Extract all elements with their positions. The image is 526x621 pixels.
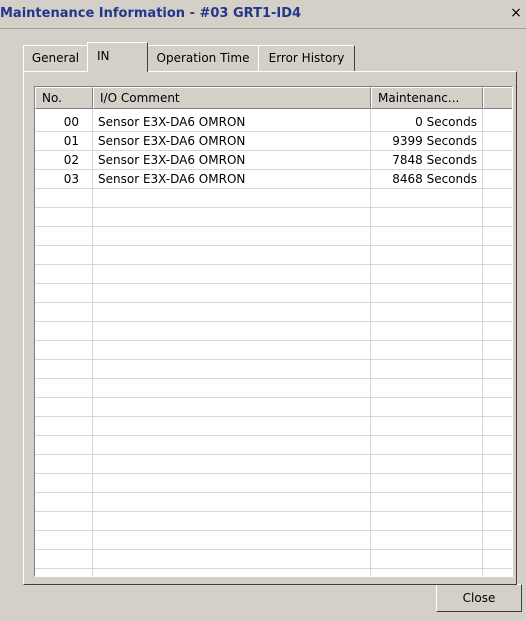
grid-row-line — [35, 340, 512, 341]
row-io-comment: Sensor E3X-DA6 OMRON — [98, 172, 246, 186]
maintenance-dialog: Maintenance Information - #03 GRT1-ID4 ×… — [0, 0, 526, 621]
tab-error-history-label: Error History — [268, 51, 345, 65]
close-button-label: Close — [462, 591, 496, 605]
close-icon[interactable]: × — [508, 5, 524, 21]
io-list[interactable]: No. I/O Comment Maintenanc... 00 Sensor … — [34, 86, 513, 577]
row-number: 00 — [63, 115, 79, 129]
column-header-no[interactable]: No. — [35, 87, 93, 109]
list-header: No. I/O Comment Maintenanc... — [35, 87, 512, 109]
grid-row-line — [35, 283, 512, 284]
row-io-comment: Sensor E3X-DA6 OMRON — [98, 134, 246, 148]
grid-row-line — [35, 549, 512, 550]
grid-row-line — [35, 226, 512, 227]
row-io-comment: Sensor E3X-DA6 OMRON — [98, 153, 246, 167]
row-number: 02 — [63, 153, 79, 167]
column-header-io-comment-label: I/O Comment — [100, 91, 180, 105]
column-header-io-comment[interactable]: I/O Comment — [93, 87, 371, 109]
tab-in[interactable]: IN — [87, 42, 148, 72]
grid-row-line — [35, 435, 512, 436]
tab-error-history[interactable]: Error History — [258, 45, 355, 71]
tab-general[interactable]: General — [23, 45, 88, 71]
grid-row-line — [35, 473, 512, 474]
row-maintenance-time: 9399 Seconds — [392, 134, 477, 148]
window-title: Maintenance Information - #03 GRT1-ID4 — [0, 6, 302, 21]
grid-row-line — [35, 359, 512, 360]
row-maintenance-time: 8468 Seconds — [392, 172, 477, 186]
grid-row-line — [35, 321, 512, 322]
grid-row-line — [35, 511, 512, 512]
grid-row-line — [35, 264, 512, 265]
title-bar: Maintenance Information - #03 GRT1-ID4 × — [0, 0, 526, 29]
table-row[interactable]: 03 Sensor E3X-DA6 OMRON 8468 Seconds — [35, 170, 512, 188]
column-header-no-label: No. — [42, 91, 62, 105]
grid-row-line — [35, 492, 512, 493]
grid-row-line — [35, 416, 512, 417]
tab-operation-time[interactable]: Operation Time — [147, 45, 259, 71]
row-io-comment: Sensor E3X-DA6 OMRON — [98, 115, 246, 129]
grid-row-line — [35, 245, 512, 246]
table-row[interactable]: 02 Sensor E3X-DA6 OMRON 7848 Seconds — [35, 151, 512, 169]
column-header-maintenance[interactable]: Maintenanc... — [371, 87, 483, 109]
close-button[interactable]: Close — [436, 584, 522, 612]
row-number: 03 — [63, 172, 79, 186]
column-header-maintenance-label: Maintenanc... — [378, 91, 460, 105]
grid-row-line — [35, 397, 512, 398]
row-number: 01 — [63, 134, 79, 148]
grid-row-line — [35, 302, 512, 303]
grid-row-line — [35, 207, 512, 208]
tab-in-label: IN — [97, 49, 110, 63]
column-header-filler — [483, 87, 512, 109]
grid-row-line — [35, 454, 512, 455]
table-row[interactable]: 00 Sensor E3X-DA6 OMRON 0 Seconds — [35, 113, 512, 131]
grid-row-line — [35, 378, 512, 379]
grid-row-line — [35, 530, 512, 531]
tab-operation-time-label: Operation Time — [156, 51, 250, 65]
row-maintenance-time: 0 Seconds — [415, 115, 477, 129]
table-row[interactable]: 01 Sensor E3X-DA6 OMRON 9399 Seconds — [35, 132, 512, 150]
grid-row-line — [35, 568, 512, 569]
row-maintenance-time: 7848 Seconds — [392, 153, 477, 167]
grid-row-line — [35, 188, 512, 189]
tab-general-label: General — [31, 51, 80, 65]
